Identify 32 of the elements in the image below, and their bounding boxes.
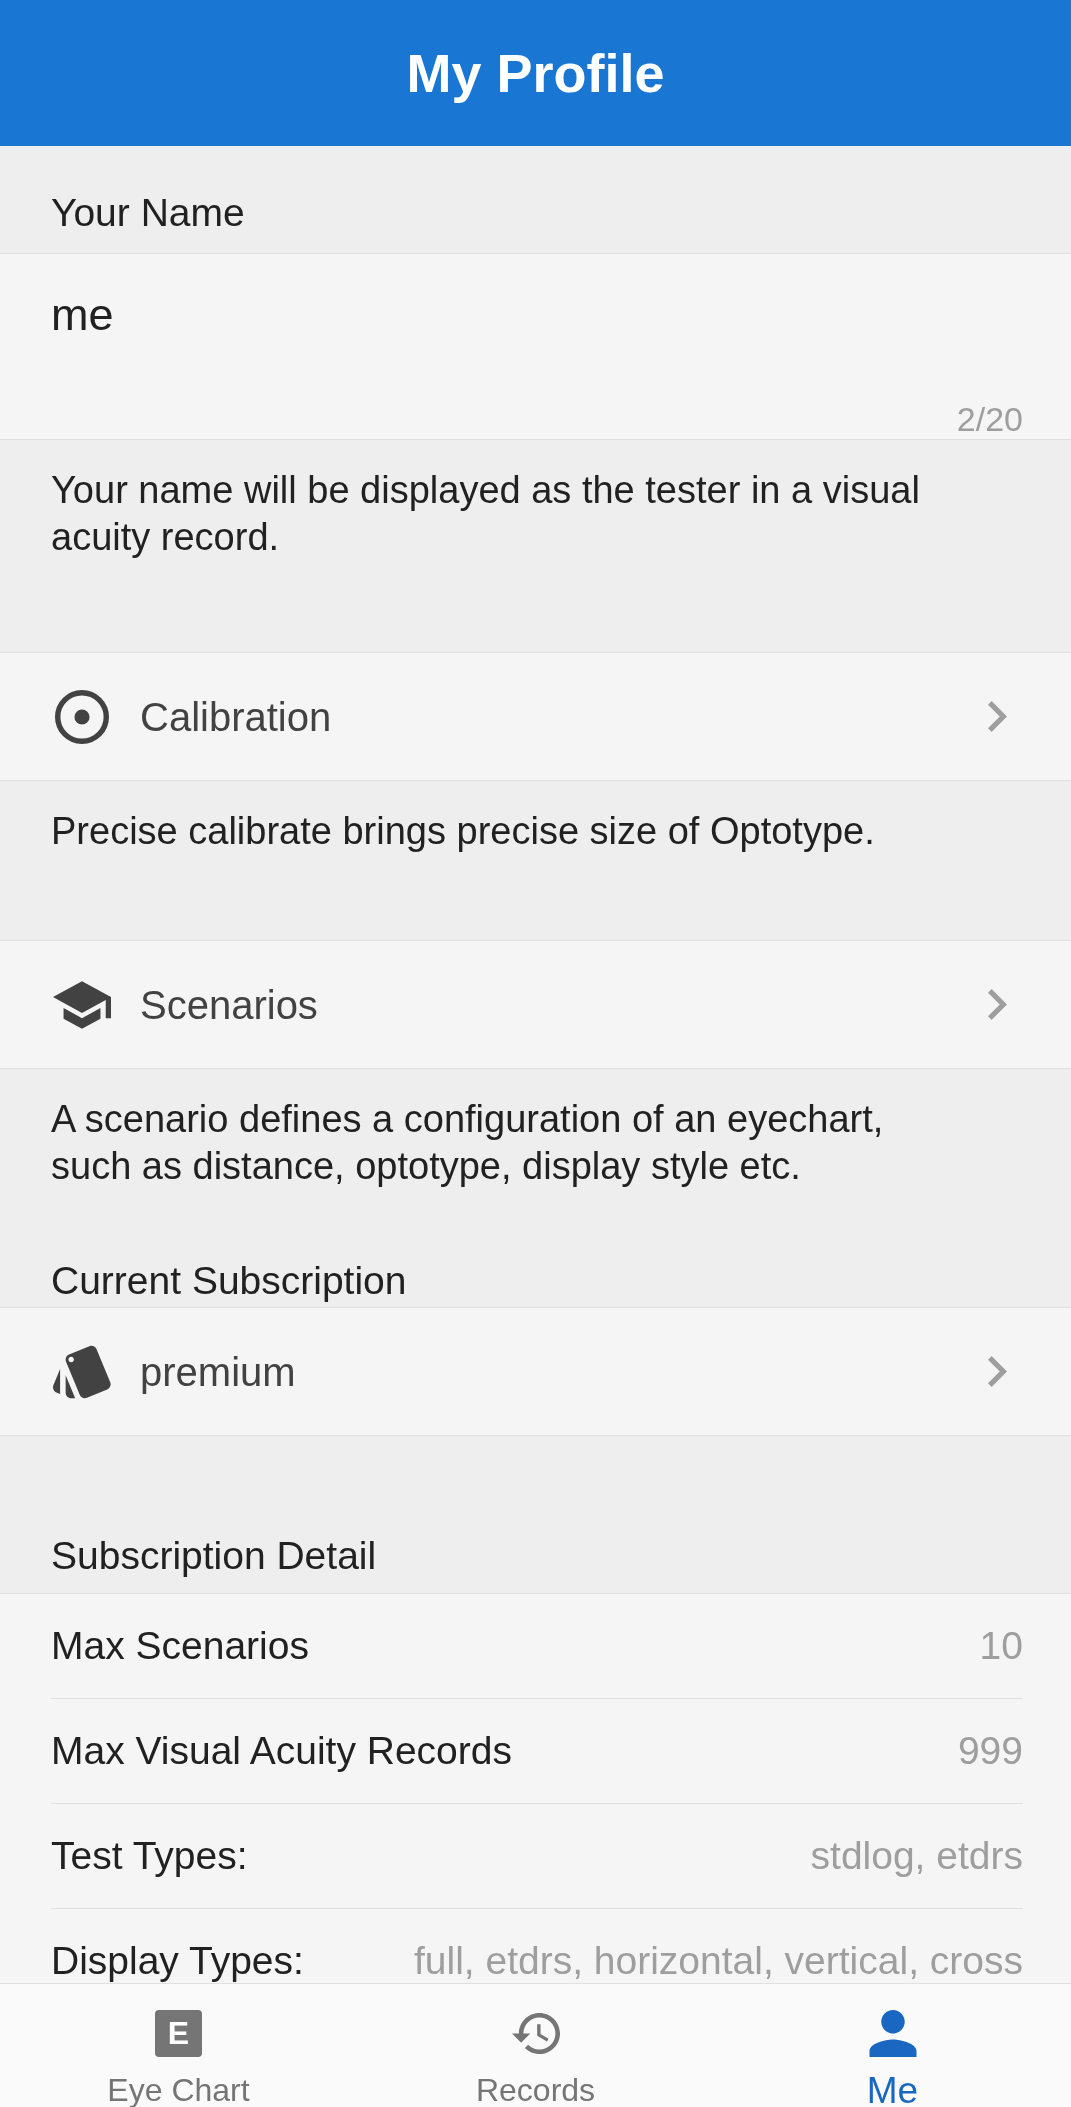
- detail-value: 999: [957, 1731, 1023, 1771]
- list-item[interactable]: Calibration: [0, 652, 1071, 781]
- page-title: My Profile: [406, 42, 665, 105]
- name-input[interactable]: me: [51, 275, 1023, 355]
- detail-label: Test Types:: [51, 1836, 248, 1876]
- character-counter: 2/20: [956, 399, 1023, 439]
- tags-icon: [53, 1344, 111, 1399]
- detail-value: full, etdrs, horizontal, vertical, cross: [413, 1941, 1023, 1981]
- detail-value: 10: [979, 1626, 1023, 1666]
- chevron-right-icon: [988, 989, 1007, 1020]
- section-header: Your Name: [51, 190, 245, 236]
- detail-label: Display Types:: [51, 1941, 304, 1981]
- detail-label: Max Scenarios: [51, 1626, 309, 1666]
- name-field[interactable]: me 2/20: [0, 253, 1071, 440]
- section-header: Subscription Detail: [51, 1533, 377, 1579]
- list-item[interactable]: Scenarios: [0, 940, 1071, 1069]
- chevron-right-icon: [988, 1356, 1007, 1387]
- chevron-right-icon: [988, 701, 1007, 732]
- history-icon: [511, 2010, 560, 2057]
- list-item[interactable]: premium: [0, 1307, 1071, 1436]
- person-icon: [868, 2010, 917, 2057]
- help-text: A scenario defines a configuration of an eyechart, such as distance, optotype, display style etc.: [51, 1097, 885, 1189]
- section-header: Current Subscription: [51, 1258, 407, 1304]
- help-text: Precise calibrate brings precise size of Optotype.: [51, 809, 876, 854]
- detail-label: Max Visual Acuity Records: [51, 1731, 512, 1771]
- target-icon: [53, 689, 111, 744]
- nav-tab[interactable]: E Eye Chart: [0, 1984, 357, 2107]
- help-text: Your name will be displayed as the tester in a visual acuity record.: [51, 468, 921, 560]
- nav-tab[interactable]: Me: [714, 1984, 1071, 2107]
- letter-tile-icon: E: [155, 2010, 202, 2057]
- nav-tab[interactable]: Records: [357, 1984, 714, 2107]
- detail-value: stdlog, etdrs: [810, 1836, 1023, 1876]
